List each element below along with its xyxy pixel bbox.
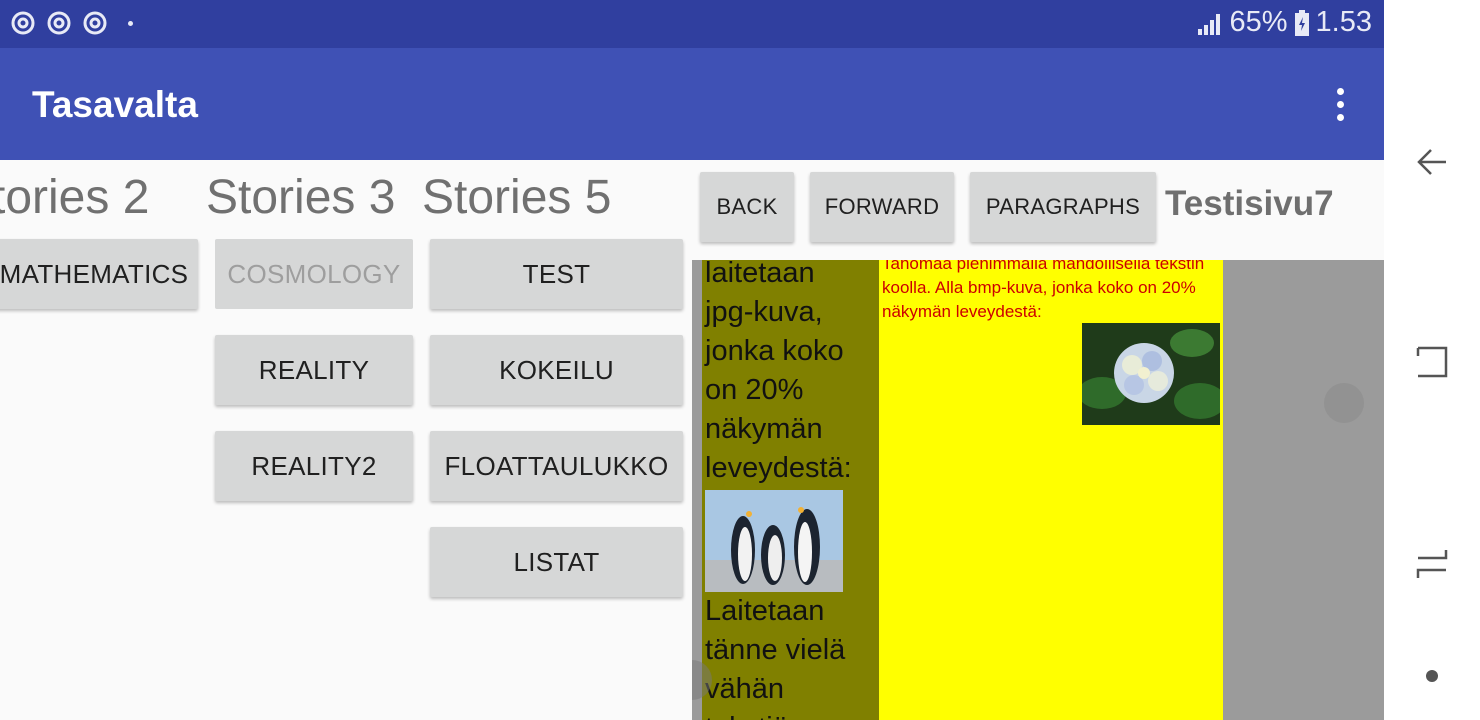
back-icon[interactable] [1414, 142, 1450, 182]
battery-icon [1294, 9, 1309, 36]
stories-5-title: Stories 5 [422, 171, 612, 224]
penguins-image [705, 490, 843, 592]
col1-text-bottom: Laitetaan tänne vielä vähän tekstiä [705, 592, 845, 720]
paragraphs-button[interactable]: PARAGRAPHS [970, 172, 1156, 242]
recents-icon[interactable] [1414, 342, 1450, 382]
stories-3-title: Stories 3 [206, 171, 396, 224]
app-title: Tasavalta [32, 84, 198, 125]
text-line: jonka koko [705, 335, 844, 367]
text-line: näkymän [705, 413, 823, 445]
listat-button[interactable]: LISTAT [430, 527, 683, 597]
small-red-text: Tahomaa pienimmällä mahdollisella teksti… [882, 260, 1205, 321]
text-line: on 20% [705, 374, 804, 406]
app-bar: Tasavalta [0, 48, 1384, 160]
home-dot-icon[interactable] [1414, 656, 1450, 696]
cosmology-button[interactable]: COSMOLOGY [215, 239, 413, 309]
sync-icon [11, 11, 35, 35]
floattaulukko-button[interactable]: FLOATTAULUKKO [430, 431, 683, 501]
main-content: tories 2 Stories 3 Stories 5 MATHEMATICS… [0, 160, 1384, 720]
battery-percent: 65% [1229, 6, 1288, 38]
yellow-column: Tahomaa pienimmällä mahdollisella teksti… [879, 260, 1223, 720]
scroll-handle[interactable] [1324, 383, 1364, 423]
hydrangea-image [1082, 323, 1220, 425]
text-line: jpg-kuva, [705, 296, 823, 328]
forward-button[interactable]: FORWARD [810, 172, 954, 242]
sync-icon [83, 11, 107, 35]
overview-icon[interactable] [1414, 544, 1450, 584]
kokeilu-button[interactable]: KOKEILU [430, 335, 683, 405]
status-bar: 65% 1.53 [0, 0, 1384, 48]
text-line: Laitetaan [705, 595, 825, 627]
reality-button[interactable]: REALITY [215, 335, 413, 405]
text-line: tekstiä [705, 709, 845, 720]
back-button[interactable]: BACK [700, 172, 794, 242]
col1-text-top: laitetaan jpg-kuva, jonka koko on 20% nä… [705, 260, 852, 488]
test-button[interactable]: TEST [430, 239, 683, 309]
signal-icon [1197, 13, 1220, 35]
clock: 1.53 [1315, 6, 1372, 38]
text-line: tänne vielä [705, 634, 846, 666]
navigation-bar [1384, 0, 1480, 720]
olive-column: laitetaan jpg-kuva, jonka koko on 20% nä… [702, 260, 879, 720]
text-line: vähän [705, 673, 785, 705]
more-vert-icon[interactable] [1325, 88, 1355, 124]
status-right: 65% 1.53 [1197, 6, 1372, 39]
dot-icon [128, 21, 133, 26]
text-line: laitetaan [705, 260, 815, 289]
sync-icon [47, 11, 71, 35]
reality2-button[interactable]: REALITY2 [215, 431, 413, 501]
page-title: Testisivu7 [1165, 184, 1334, 223]
mathematics-button[interactable]: MATHEMATICS [0, 239, 198, 309]
text-line: leveydestä: [705, 452, 852, 484]
web-view[interactable]: laitetaan jpg-kuva, jonka koko on 20% nä… [692, 260, 1384, 720]
stories-2-title: tories 2 [0, 171, 150, 224]
